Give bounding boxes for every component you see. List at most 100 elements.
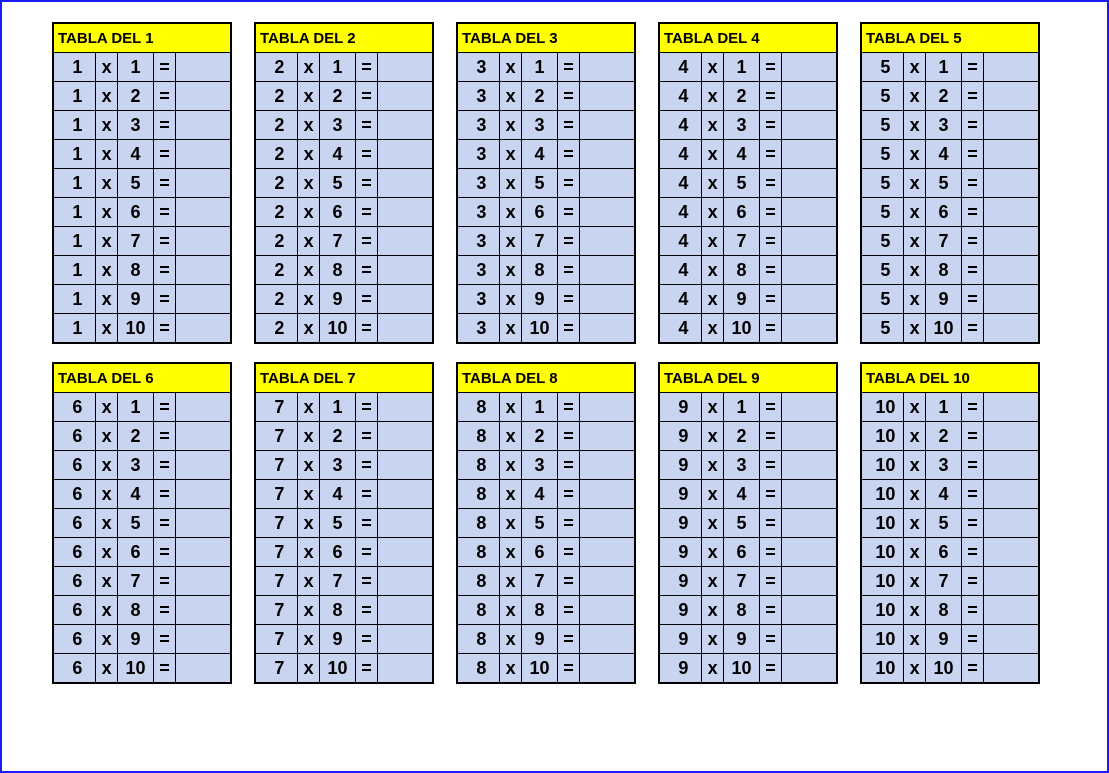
answer-cell[interactable] [782, 451, 837, 480]
answer-cell[interactable] [378, 256, 433, 285]
answer-cell[interactable] [176, 596, 231, 625]
answer-cell[interactable] [580, 480, 635, 509]
answer-cell[interactable] [378, 654, 433, 684]
answer-cell[interactable] [580, 596, 635, 625]
answer-cell[interactable] [176, 227, 231, 256]
answer-cell[interactable] [580, 140, 635, 169]
answer-cell[interactable] [580, 567, 635, 596]
answer-cell[interactable] [984, 567, 1039, 596]
answer-cell[interactable] [378, 393, 433, 422]
answer-cell[interactable] [378, 140, 433, 169]
answer-cell[interactable] [378, 227, 433, 256]
answer-cell[interactable] [580, 198, 635, 227]
answer-cell[interactable] [984, 227, 1039, 256]
answer-cell[interactable] [782, 285, 837, 314]
answer-cell[interactable] [984, 198, 1039, 227]
answer-cell[interactable] [176, 393, 231, 422]
answer-cell[interactable] [984, 256, 1039, 285]
answer-cell[interactable] [580, 654, 635, 684]
answer-cell[interactable] [176, 480, 231, 509]
answer-cell[interactable] [782, 596, 837, 625]
answer-cell[interactable] [378, 596, 433, 625]
answer-cell[interactable] [176, 538, 231, 567]
answer-cell[interactable] [176, 567, 231, 596]
answer-cell[interactable] [176, 422, 231, 451]
answer-cell[interactable] [378, 567, 433, 596]
answer-cell[interactable] [176, 256, 231, 285]
answer-cell[interactable] [984, 480, 1039, 509]
answer-cell[interactable] [378, 538, 433, 567]
answer-cell[interactable] [176, 198, 231, 227]
answer-cell[interactable] [782, 393, 837, 422]
answer-cell[interactable] [580, 285, 635, 314]
answer-cell[interactable] [984, 654, 1039, 684]
answer-cell[interactable] [378, 422, 433, 451]
answer-cell[interactable] [782, 314, 837, 344]
answer-cell[interactable] [378, 111, 433, 140]
answer-cell[interactable] [176, 53, 231, 82]
answer-cell[interactable] [378, 53, 433, 82]
answer-cell[interactable] [782, 82, 837, 111]
answer-cell[interactable] [984, 111, 1039, 140]
answer-cell[interactable] [378, 169, 433, 198]
answer-cell[interactable] [580, 314, 635, 344]
answer-cell[interactable] [176, 285, 231, 314]
answer-cell[interactable] [984, 140, 1039, 169]
answer-cell[interactable] [176, 82, 231, 111]
answer-cell[interactable] [580, 625, 635, 654]
answer-cell[interactable] [782, 169, 837, 198]
answer-cell[interactable] [580, 53, 635, 82]
answer-cell[interactable] [984, 596, 1039, 625]
answer-cell[interactable] [782, 509, 837, 538]
answer-cell[interactable] [378, 285, 433, 314]
answer-cell[interactable] [782, 422, 837, 451]
answer-cell[interactable] [984, 625, 1039, 654]
answer-cell[interactable] [176, 314, 231, 344]
answer-cell[interactable] [984, 422, 1039, 451]
answer-cell[interactable] [176, 451, 231, 480]
answer-cell[interactable] [984, 509, 1039, 538]
answer-cell[interactable] [782, 625, 837, 654]
answer-cell[interactable] [378, 625, 433, 654]
answer-cell[interactable] [176, 654, 231, 684]
answer-cell[interactable] [176, 509, 231, 538]
answer-cell[interactable] [782, 140, 837, 169]
answer-cell[interactable] [984, 451, 1039, 480]
answer-cell[interactable] [580, 509, 635, 538]
answer-cell[interactable] [580, 227, 635, 256]
answer-cell[interactable] [782, 480, 837, 509]
answer-cell[interactable] [378, 198, 433, 227]
answer-cell[interactable] [176, 140, 231, 169]
answer-cell[interactable] [984, 285, 1039, 314]
answer-cell[interactable] [984, 538, 1039, 567]
answer-cell[interactable] [984, 393, 1039, 422]
answer-cell[interactable] [378, 451, 433, 480]
answer-cell[interactable] [782, 654, 837, 684]
answer-cell[interactable] [378, 509, 433, 538]
answer-cell[interactable] [378, 480, 433, 509]
answer-cell[interactable] [176, 625, 231, 654]
answer-cell[interactable] [378, 314, 433, 344]
answer-cell[interactable] [782, 53, 837, 82]
answer-cell[interactable] [580, 422, 635, 451]
answer-cell[interactable] [782, 256, 837, 285]
answer-cell[interactable] [176, 169, 231, 198]
answer-cell[interactable] [176, 111, 231, 140]
answer-cell[interactable] [782, 567, 837, 596]
answer-cell[interactable] [580, 169, 635, 198]
answer-cell[interactable] [580, 111, 635, 140]
answer-cell[interactable] [782, 198, 837, 227]
answer-cell[interactable] [580, 256, 635, 285]
answer-cell[interactable] [984, 53, 1039, 82]
answer-cell[interactable] [984, 314, 1039, 344]
answer-cell[interactable] [580, 393, 635, 422]
answer-cell[interactable] [782, 538, 837, 567]
answer-cell[interactable] [580, 538, 635, 567]
answer-cell[interactable] [378, 82, 433, 111]
answer-cell[interactable] [984, 82, 1039, 111]
answer-cell[interactable] [580, 451, 635, 480]
answer-cell[interactable] [782, 227, 837, 256]
answer-cell[interactable] [580, 82, 635, 111]
answer-cell[interactable] [782, 111, 837, 140]
answer-cell[interactable] [984, 169, 1039, 198]
